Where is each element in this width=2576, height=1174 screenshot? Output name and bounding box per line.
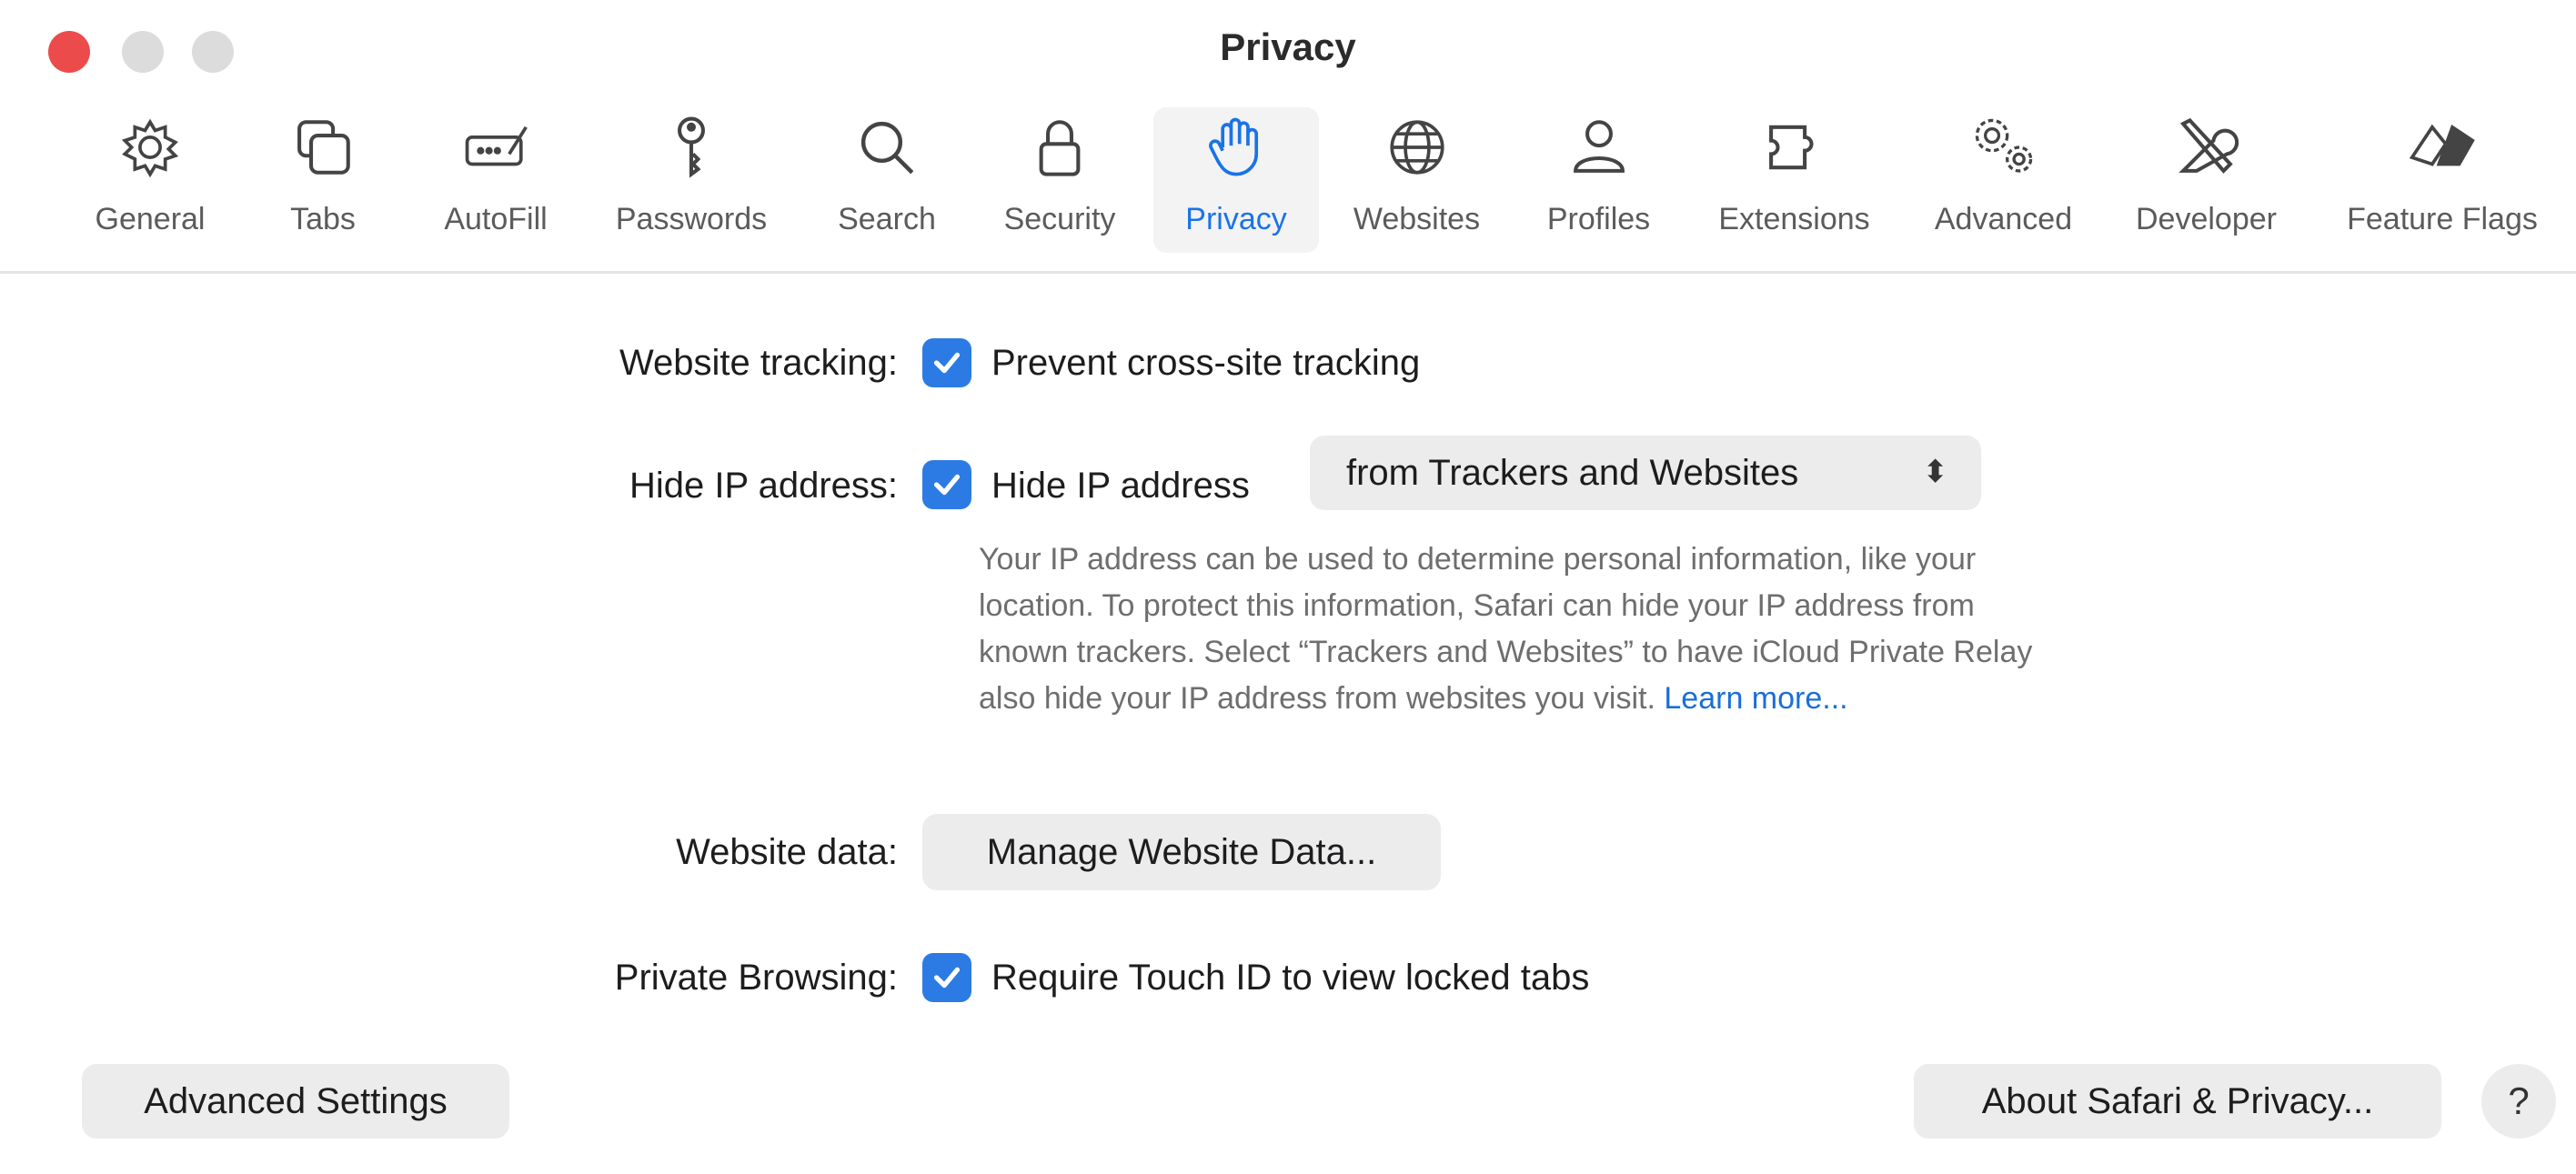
hide-ip-help-text: Your IP address can be used to determine… [979, 542, 2033, 716]
tab-websites[interactable]: Websites [1337, 107, 1496, 253]
private-browsing-label: Private Browsing: [614, 958, 898, 998]
window-title: Privacy [1220, 25, 1356, 68]
tab-extensions[interactable]: Extensions [1701, 107, 1887, 253]
tab-advanced[interactable]: Advanced [1919, 107, 2088, 253]
globe-icon [1372, 107, 1463, 187]
preference-tabs: General Tabs AutoFill Passwords Search S… [0, 107, 2576, 253]
tab-label: Feature Flags [2347, 202, 2538, 236]
magnifier-icon [841, 107, 932, 187]
hand-icon [1191, 107, 1282, 187]
tab-label: Websites [1353, 202, 1481, 236]
tab-label: Profiles [1546, 202, 1651, 236]
tab-tabs[interactable]: Tabs [264, 107, 382, 253]
tab-general[interactable]: General [82, 107, 218, 253]
flags-icon [2397, 107, 2488, 187]
help-button[interactable]: ? [2481, 1064, 2556, 1139]
tab-label: Passwords [615, 202, 768, 236]
tools-icon [2161, 107, 2252, 187]
preferences-window: Privacy General Tabs AutoFill Passwords … [0, 0, 2576, 1174]
tab-developer[interactable]: Developer [2118, 107, 2295, 253]
tab-label: Tabs [290, 202, 356, 236]
hide-ip-checkbox[interactable] [922, 460, 971, 509]
prevent-cross-site-tracking-text: Prevent cross-site tracking [991, 343, 1421, 383]
tab-label: Extensions [1718, 202, 1870, 236]
gears-icon [1958, 107, 2049, 187]
tab-label: Search [838, 202, 936, 236]
advanced-settings-button[interactable]: Advanced Settings [82, 1064, 509, 1139]
website-tracking-label: Website tracking: [619, 343, 898, 383]
website-data-row: Website data: Manage Website Data... [0, 814, 2576, 890]
tab-security[interactable]: Security [987, 107, 1132, 253]
about-safari-privacy-button[interactable]: About Safari & Privacy... [1914, 1064, 2441, 1139]
website-tracking-row: Website tracking: Prevent cross-site tra… [0, 338, 2576, 389]
tab-passwords[interactable]: Passwords [600, 107, 782, 253]
private-browsing-row: Private Browsing: Require Touch ID to vi… [0, 953, 2576, 1004]
manage-website-data-button[interactable]: Manage Website Data... [922, 814, 1441, 890]
tab-privacy[interactable]: Privacy [1153, 107, 1319, 253]
autofill-icon [450, 107, 541, 187]
require-touch-id-text: Require Touch ID to view locked tabs [991, 958, 1590, 998]
tab-label: Advanced [1934, 202, 2073, 236]
key-icon [646, 107, 737, 187]
checkmark-icon [933, 967, 961, 988]
hide-ip-text: Hide IP address [991, 466, 1250, 506]
person-icon [1554, 107, 1645, 187]
require-touch-id-checkbox[interactable] [922, 953, 971, 1002]
tab-search[interactable]: Search [819, 107, 955, 253]
hide-ip-label: Hide IP address: [629, 466, 898, 506]
gear-icon [105, 107, 196, 187]
tab-label: Privacy [1185, 202, 1287, 236]
tab-label: Developer [2136, 202, 2277, 236]
learn-more-link[interactable]: Learn more... [1664, 681, 1847, 716]
hide-ip-row: Hide IP address: Hide IP address from Tr… [0, 436, 2576, 510]
checkmark-icon [933, 474, 961, 496]
toolbar: Privacy General Tabs AutoFill Passwords … [0, 0, 2576, 274]
hide-ip-help: Your IP address can be used to determine… [979, 537, 2070, 722]
tab-label: AutoFill [444, 202, 548, 236]
lock-icon [1014, 107, 1105, 187]
checkmark-icon [933, 352, 961, 374]
hide-ip-scope-value: from Trackers and Websites [1346, 452, 1799, 493]
hide-ip-scope-select[interactable]: from Trackers and Websites ⬍ [1310, 436, 1981, 510]
website-data-label: Website data: [676, 832, 898, 872]
chevron-updown-icon: ⬍ [1922, 455, 1949, 489]
prevent-cross-site-tracking-checkbox[interactable] [922, 338, 971, 387]
tab-autofill[interactable]: AutoFill [428, 107, 564, 253]
tab-profiles[interactable]: Profiles [1528, 107, 1669, 253]
tabs-icon [277, 107, 368, 187]
puzzle-icon [1749, 107, 1840, 187]
tab-feature-flags[interactable]: Feature Flags [2324, 107, 2561, 253]
tab-label: Security [1003, 202, 1116, 236]
tab-label: General [95, 202, 206, 236]
